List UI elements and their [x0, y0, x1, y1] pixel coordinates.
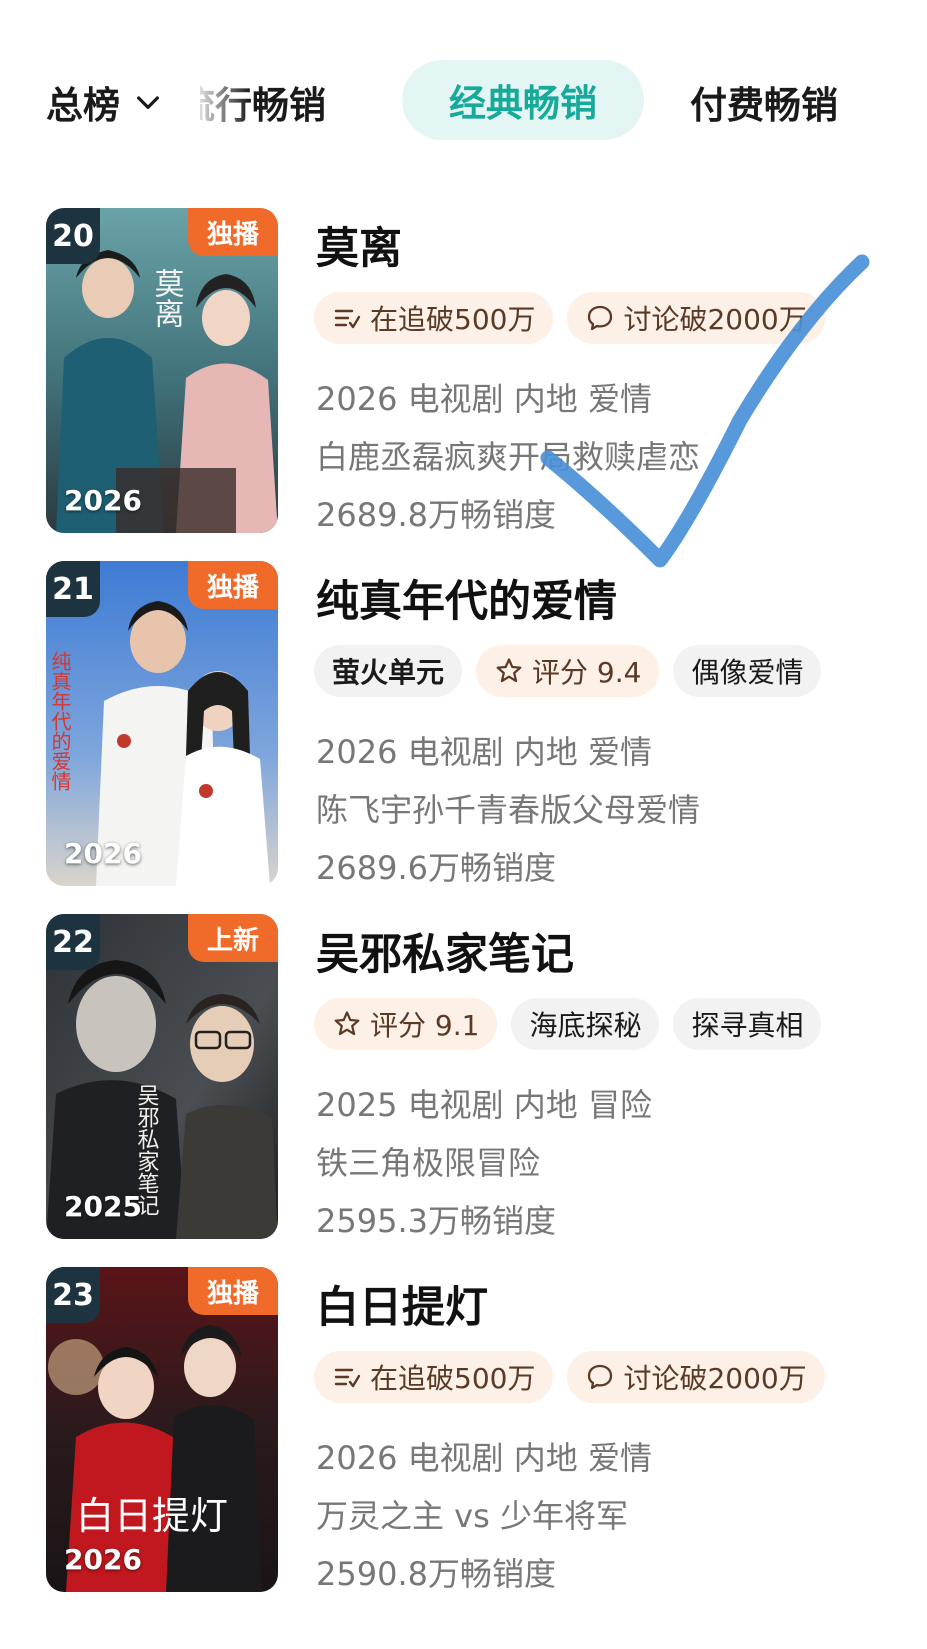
tag-label: 讨论破2000万 — [623, 303, 807, 336]
status-badge: 独播 — [188, 208, 278, 256]
poster[interactable]: 吴邪私家笔记 22 上新 2025 — [46, 914, 278, 1239]
tab-paid[interactable]: 付费畅销 — [690, 72, 838, 132]
tab-paid-label: 付费畅销 — [690, 84, 838, 127]
tab-overall-label: 总榜 — [46, 84, 120, 127]
status-badge: 独播 — [188, 1267, 278, 1315]
sales-index: 2595.3万畅销度 — [316, 1202, 556, 1240]
show-title[interactable]: 吴邪私家笔记 — [316, 920, 574, 982]
show-description: 万灵之主 vs 少年将军 — [316, 1497, 628, 1535]
tab-popular[interactable]: 流行畅销 — [200, 72, 365, 132]
tag-label: 在追破500万 — [370, 303, 536, 336]
sales-index: 2590.8万畅销度 — [316, 1555, 556, 1593]
list-item[interactable]: 纯真年代的爱情 21 独播 2026 纯真年代的爱情 萤火单元 评分 9.4 偶… — [0, 553, 927, 887]
tag-row: 在追破500万 讨论破2000万 — [314, 292, 825, 344]
tag-chip[interactable]: 偶像爱情 — [673, 645, 822, 697]
list-item[interactable]: 吴邪私家笔记 22 上新 2025 吴邪私家笔记 评分 9.1 海底探秘 探寻真… — [0, 906, 927, 1240]
star-icon — [334, 1011, 360, 1036]
rank-badge: 22 — [46, 914, 100, 970]
show-meta: 2025 电视剧 内地 冒险 — [316, 1086, 652, 1124]
poster-title-art: 白日提灯 — [76, 1494, 228, 1538]
poster-title-art: 莫离 — [149, 268, 184, 328]
show-meta: 2026 电视剧 内地 爱情 — [316, 380, 652, 418]
tag-label: 评分 9.1 — [370, 1009, 480, 1042]
show-title[interactable]: 莫离 — [316, 214, 402, 276]
poster-year: 2026 — [64, 484, 142, 517]
poster-year: 2025 — [64, 1190, 142, 1223]
show-description: 陈飞宇孙千青春版父母爱情 — [316, 791, 701, 829]
tag-chip[interactable]: 探寻真相 — [673, 998, 822, 1050]
tag-label: 海底探秘 — [529, 1009, 642, 1042]
tag-label: 在追破500万 — [370, 1362, 536, 1395]
list-check-icon — [334, 309, 361, 329]
tag-label: 偶像爱情 — [691, 656, 804, 689]
tab-classic-label: 经典畅销 — [449, 82, 597, 125]
tag-label: 探寻真相 — [691, 1009, 804, 1042]
star-icon — [496, 658, 522, 683]
comment-bubble-icon — [588, 305, 613, 331]
rank-badge: 21 — [46, 561, 100, 617]
comment-bubble-icon — [588, 1364, 613, 1390]
rank-badge: 20 — [46, 208, 100, 264]
poster[interactable]: 纯真年代的爱情 21 独播 2026 — [46, 561, 278, 886]
tab-classic[interactable]: 经典畅销 — [402, 60, 644, 140]
poster-title-art: 纯真年代的爱情 — [48, 651, 72, 791]
list-item[interactable]: 莫离 20 独播 2026 莫离 在追破500万 讨论破2000万 2026 电… — [0, 200, 927, 534]
show-title[interactable]: 白日提灯 — [316, 1273, 488, 1335]
poster[interactable]: 莫离 20 独播 2026 — [46, 208, 278, 533]
tag-label: 讨论破2000万 — [623, 1362, 807, 1395]
list-check-icon — [334, 1368, 361, 1388]
show-description: 铁三角极限冒险 — [316, 1144, 541, 1182]
tag-label: 萤火单元 — [332, 656, 445, 689]
tag-row: 萤火单元 评分 9.4 偶像爱情 — [314, 645, 822, 697]
list-item[interactable]: 白日提灯 23 独播 2026 白日提灯 在追破500万 讨论破2000万 20… — [0, 1259, 927, 1593]
show-meta: 2026 电视剧 内地 爱情 — [316, 733, 652, 771]
status-badge: 上新 — [188, 914, 278, 962]
poster-year: 2026 — [64, 1543, 142, 1576]
tag-chip[interactable]: 评分 9.1 — [314, 998, 498, 1050]
category-tab-bar: 总榜 流行畅销 经典畅销 付费畅销 — [0, 0, 927, 200]
status-badge: 独播 — [188, 561, 278, 609]
chevron-down-icon — [137, 96, 159, 109]
tab-overall-dropdown[interactable]: 总榜 — [46, 72, 164, 132]
tag-chip[interactable]: 在追破500万 — [314, 292, 554, 344]
sales-index: 2689.8万畅销度 — [316, 496, 556, 534]
tab-popular-label: 流行畅销 — [200, 84, 326, 127]
tag-label: 评分 9.4 — [532, 656, 642, 689]
tag-chip[interactable]: 讨论破2000万 — [567, 1351, 825, 1403]
tag-chip[interactable]: 海底探秘 — [511, 998, 660, 1050]
tag-chip[interactable]: 讨论破2000万 — [567, 292, 825, 344]
sales-index: 2689.6万畅销度 — [316, 849, 556, 887]
tag-row: 在追破500万 讨论破2000万 — [314, 1351, 825, 1403]
rank-badge: 23 — [46, 1267, 100, 1323]
show-description: 白鹿丞磊疯爽开局救赎虐恋 — [316, 438, 701, 476]
poster-year: 2026 — [64, 837, 142, 870]
show-meta: 2026 电视剧 内地 爱情 — [316, 1439, 652, 1477]
tag-chip[interactable]: 萤火单元 — [314, 645, 463, 697]
poster[interactable]: 白日提灯 23 独播 2026 — [46, 1267, 278, 1592]
tag-row: 评分 9.1 海底探秘 探寻真相 — [314, 998, 822, 1050]
tag-chip[interactable]: 在追破500万 — [314, 1351, 554, 1403]
tag-chip[interactable]: 评分 9.4 — [476, 645, 660, 697]
show-title[interactable]: 纯真年代的爱情 — [316, 567, 617, 629]
